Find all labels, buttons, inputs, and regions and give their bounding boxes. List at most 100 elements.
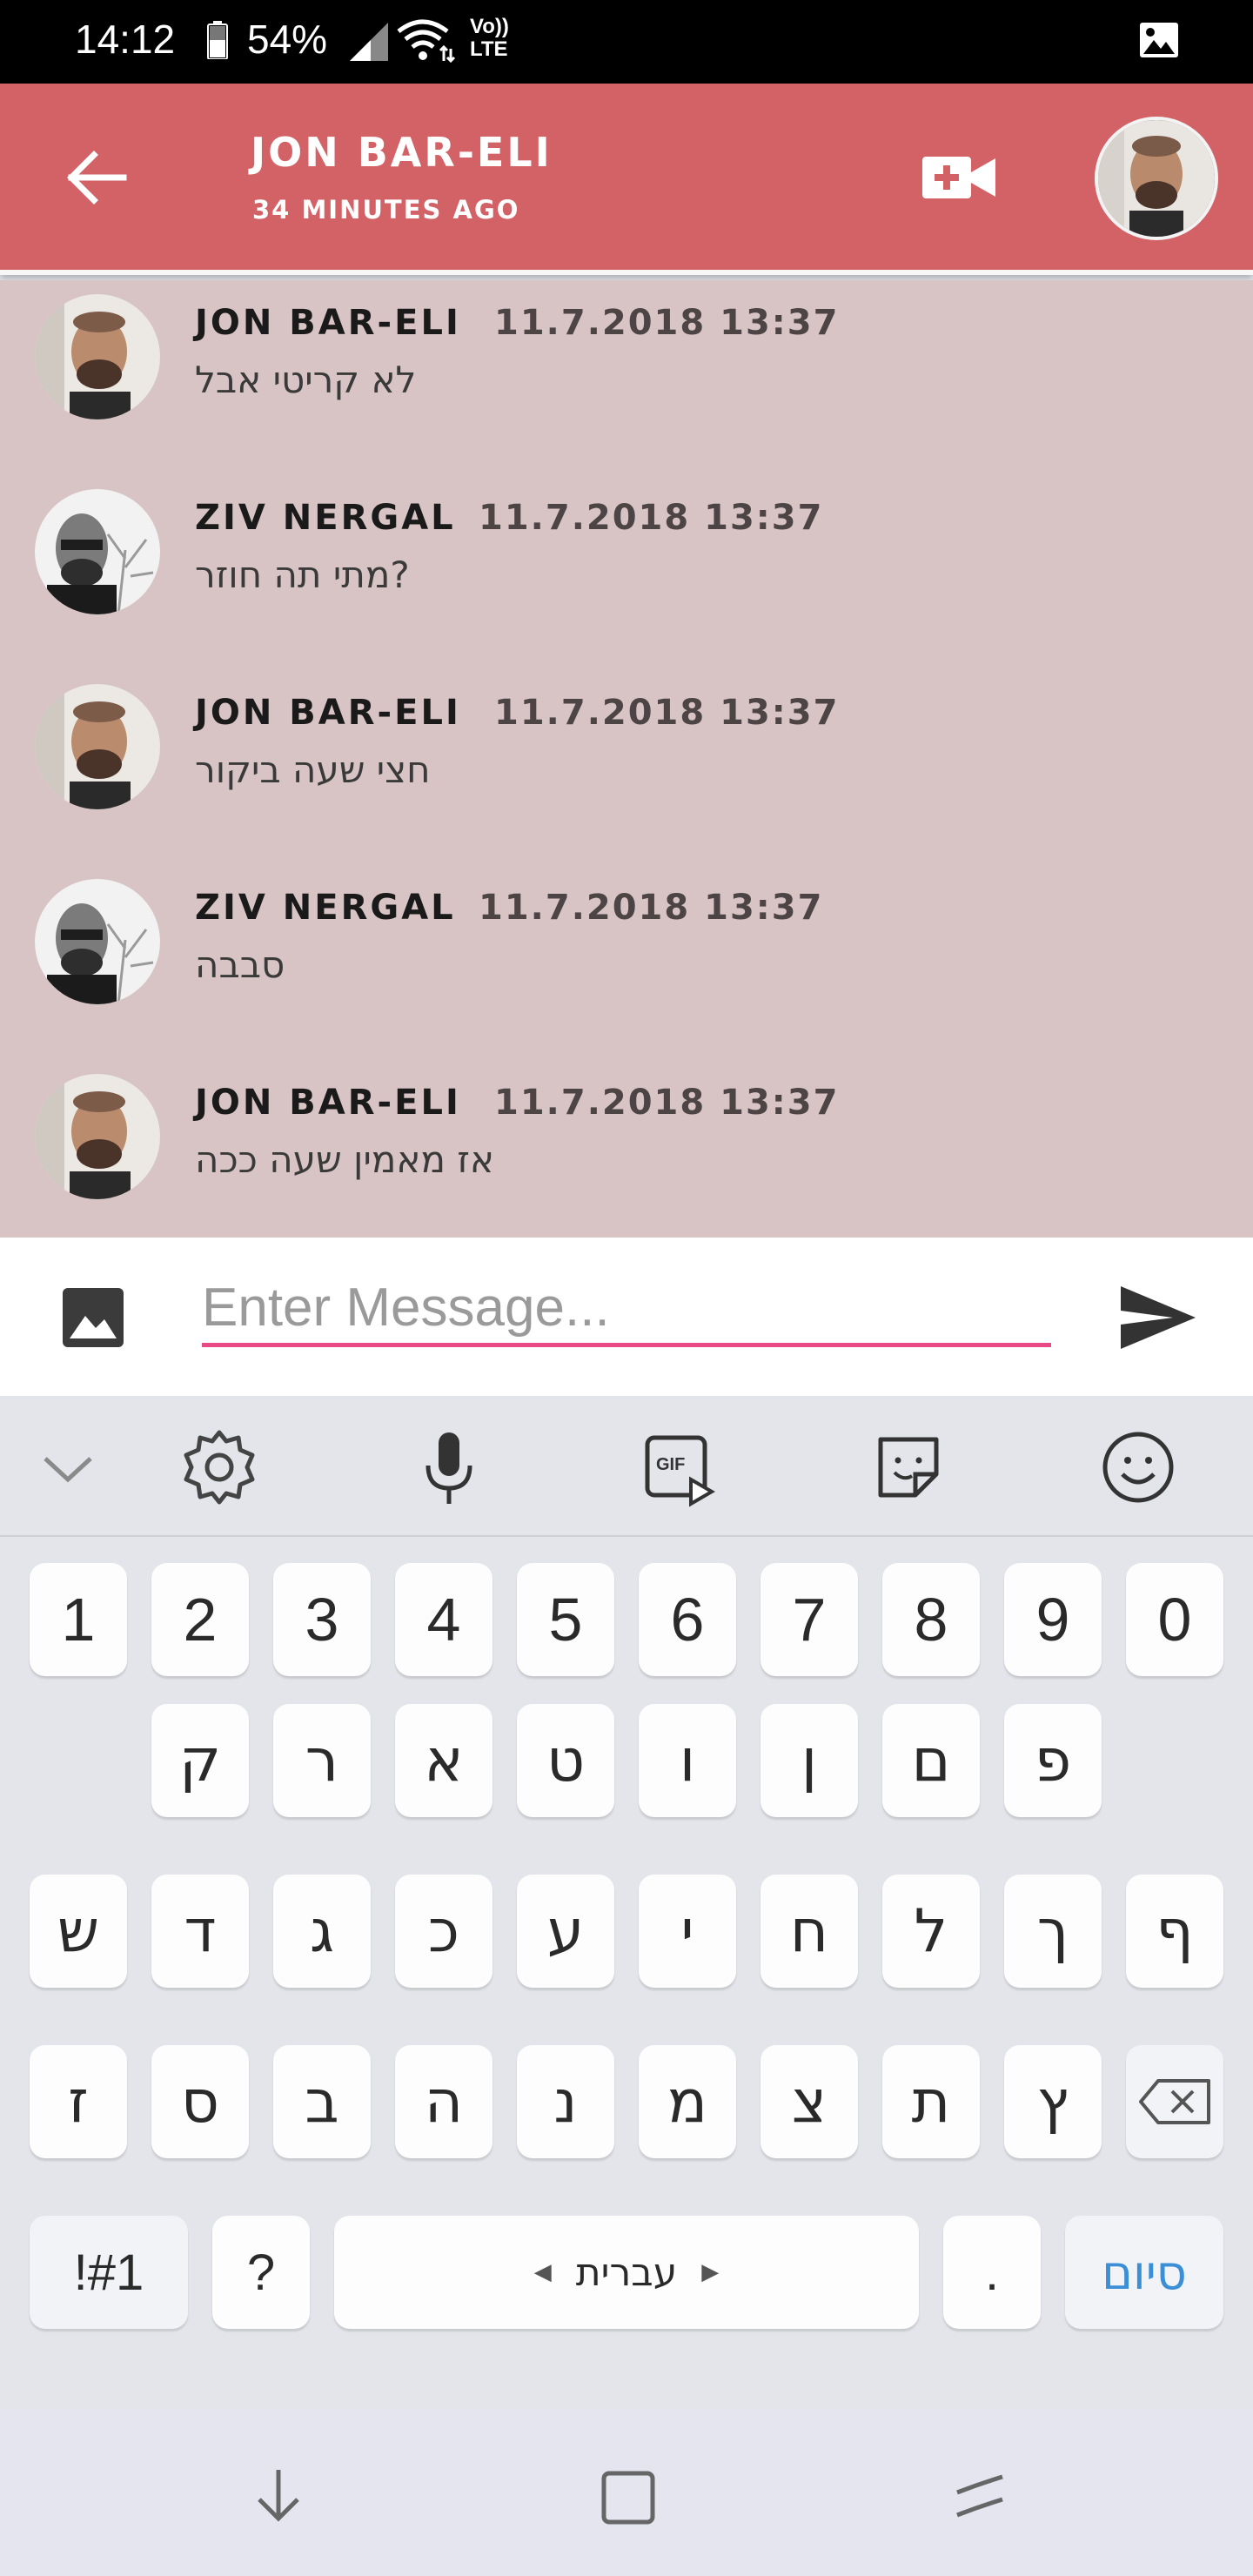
message-timestamp: 11.7.2018 13:37 xyxy=(494,303,840,343)
avatar[interactable] xyxy=(35,684,160,809)
sticker-icon[interactable] xyxy=(867,1426,950,1509)
key-letter[interactable]: י xyxy=(639,1875,736,1988)
message-sender: ZIV NERGAL xyxy=(195,888,456,928)
chevron-right-icon: ▶ xyxy=(701,2259,720,2285)
key-letter[interactable]: ז xyxy=(30,2045,127,2158)
message-item: ZIV NERGAL 11.7.2018 13:37 סבבה xyxy=(0,865,1253,1022)
key-letter[interactable]: ו xyxy=(639,1704,736,1817)
microphone-icon[interactable] xyxy=(407,1426,491,1509)
key-letter[interactable]: צ xyxy=(761,2045,858,2158)
key-letter[interactable]: א xyxy=(395,1704,492,1817)
battery-icon xyxy=(207,21,228,59)
key-letter[interactable]: פ xyxy=(1004,1704,1102,1817)
key-letter[interactable]: ב xyxy=(273,2045,371,2158)
status-time: 14:12 xyxy=(75,17,176,62)
keyboard-toolbar: GIF xyxy=(0,1396,1253,1537)
question-key[interactable]: ? xyxy=(212,2216,310,2329)
key-0[interactable]: 0 xyxy=(1126,1563,1223,1676)
gif-icon[interactable]: GIF xyxy=(637,1426,720,1509)
key-letter[interactable]: ק xyxy=(151,1704,249,1817)
status-bar: 14:12 54% Vo)) LTE xyxy=(0,0,1253,84)
key-letter[interactable]: ג xyxy=(273,1875,371,1988)
backspace-key[interactable] xyxy=(1126,2045,1223,2158)
key-letter[interactable]: ף xyxy=(1126,1875,1223,1988)
key-letter[interactable]: ח xyxy=(761,1875,858,1988)
key-7[interactable]: 7 xyxy=(761,1563,858,1676)
send-icon[interactable] xyxy=(1119,1285,1197,1351)
key-letter[interactable]: נ xyxy=(517,2045,614,2158)
key-1[interactable]: 1 xyxy=(30,1563,127,1676)
message-item: JON BAR-ELI 11.7.2018 13:37 חצי שעה ביקו… xyxy=(0,670,1253,827)
done-key[interactable]: סיום xyxy=(1065,2216,1223,2329)
key-6[interactable]: 6 xyxy=(639,1563,736,1676)
volte-indicator: Vo)) LTE xyxy=(470,15,509,61)
key-letter[interactable]: ע xyxy=(517,1875,614,1988)
message-sender: ZIV NERGAL xyxy=(195,498,456,538)
back-arrow-icon[interactable] xyxy=(63,143,132,212)
avatar[interactable] xyxy=(35,489,160,614)
message-sender: JON BAR-ELI xyxy=(195,693,461,733)
message-timestamp: 11.7.2018 13:37 xyxy=(479,498,824,538)
image-icon xyxy=(1140,23,1178,57)
backspace-icon xyxy=(1139,2079,1210,2124)
key-letter[interactable]: ת xyxy=(882,2045,980,2158)
key-letter[interactable]: ר xyxy=(273,1704,371,1817)
message-input[interactable] xyxy=(202,1272,1051,1347)
key-3[interactable]: 3 xyxy=(273,1563,371,1676)
key-letter[interactable]: ד xyxy=(151,1875,249,1988)
key-letter[interactable]: ל xyxy=(882,1875,980,1988)
message-list[interactable]: JON BAR-ELI 11.7.2018 13:37 לא קריטי אבל… xyxy=(0,280,1253,1238)
settings-icon[interactable] xyxy=(178,1426,261,1509)
back-down-icon[interactable] xyxy=(244,2461,313,2531)
video-call-icon[interactable] xyxy=(922,151,995,204)
message-item: ZIV NERGAL 11.7.2018 13:37 מתי תה חוזר? xyxy=(0,475,1253,632)
key-letter[interactable]: מ xyxy=(639,2045,736,2158)
message-text: לא קריטי אבל xyxy=(195,359,417,401)
message-item: JON BAR-ELI 11.7.2018 13:37 לא קריטי אבל xyxy=(0,280,1253,437)
gallery-icon[interactable] xyxy=(61,1286,125,1349)
message-timestamp: 11.7.2018 13:37 xyxy=(494,693,840,733)
message-text: סבבה xyxy=(195,943,285,986)
key-4[interactable]: 4 xyxy=(395,1563,492,1676)
space-key[interactable]: ◀ עברית ▶ xyxy=(334,2216,919,2329)
symbols-key[interactable]: !#1 xyxy=(30,2216,188,2329)
system-nav-bar xyxy=(0,2409,1253,2576)
key-8[interactable]: 8 xyxy=(882,1563,980,1676)
key-letter[interactable]: ה xyxy=(395,2045,492,2158)
key-letter[interactable]: ם xyxy=(882,1704,980,1817)
home-square-icon[interactable] xyxy=(595,2461,665,2531)
key-letter[interactable]: ש xyxy=(30,1875,127,1988)
battery-percent: 54% xyxy=(247,17,328,62)
key-9[interactable]: 9 xyxy=(1004,1563,1102,1676)
chat-header: JON BAR-ELI 34 MINUTES AGO xyxy=(0,84,1253,275)
chevron-down-icon[interactable] xyxy=(26,1426,110,1509)
last-seen: 34 MINUTES AGO xyxy=(252,195,520,225)
key-2[interactable]: 2 xyxy=(151,1563,249,1676)
avatar-photo xyxy=(1098,120,1215,237)
contact-name[interactable]: JON BAR-ELI xyxy=(251,129,553,176)
message-text: אז מאמין שעה ככה xyxy=(195,1138,494,1181)
key-letter[interactable]: כ xyxy=(395,1875,492,1988)
avatar[interactable] xyxy=(1095,117,1218,240)
key-letter[interactable]: ס xyxy=(151,2045,249,2158)
period-key[interactable]: . xyxy=(943,2216,1041,2329)
space-language-label: עברית xyxy=(575,2250,678,2295)
avatar[interactable] xyxy=(35,879,160,1004)
message-text: חצי שעה ביקור xyxy=(195,748,431,791)
recents-icon[interactable] xyxy=(945,2461,1015,2531)
avatar[interactable] xyxy=(35,1074,160,1199)
avatar[interactable] xyxy=(35,294,160,419)
chevron-left-icon: ◀ xyxy=(533,2259,552,2285)
key-letter[interactable]: ן xyxy=(761,1704,858,1817)
wifi-icon xyxy=(397,19,456,64)
key-5[interactable]: 5 xyxy=(517,1563,614,1676)
message-timestamp: 11.7.2018 13:37 xyxy=(479,888,824,928)
emoji-icon[interactable] xyxy=(1096,1426,1180,1509)
key-letter[interactable]: ך xyxy=(1004,1875,1102,1988)
key-letter[interactable]: ט xyxy=(517,1704,614,1817)
message-item: JON BAR-ELI 11.7.2018 13:37 אז מאמין שעה… xyxy=(0,1060,1253,1217)
signal-icon xyxy=(350,23,388,61)
key-letter[interactable]: ץ xyxy=(1004,2045,1102,2158)
message-sender: JON BAR-ELI xyxy=(195,303,461,343)
message-sender: JON BAR-ELI xyxy=(195,1083,461,1123)
